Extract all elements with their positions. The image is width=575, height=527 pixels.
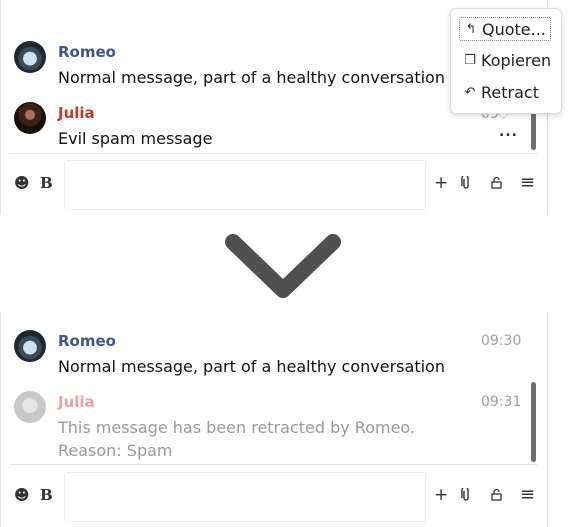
menu-item-quote[interactable]: ↰ Quote... <box>459 17 551 41</box>
quote-icon: ↰ <box>465 21 477 37</box>
avatar-julia <box>14 391 46 423</box>
emoji-icon[interactable]: ☻ <box>14 176 30 191</box>
message-time-julia: 09:31 <box>481 394 522 410</box>
scrollbar-thumb[interactable] <box>531 382 536 462</box>
menu-item-copy-label: Kopieren <box>481 50 552 70</box>
attachment-icon[interactable] <box>461 174 471 193</box>
emoji-icon[interactable]: ☻ <box>14 488 30 503</box>
left-border <box>0 312 1 527</box>
menu-item-retract[interactable]: ↶ Retract <box>459 81 543 103</box>
sender-name-romeo: Romeo <box>58 332 116 350</box>
message-context-menu: ↰ Quote... ❐ Kopieren ↶ Retract <box>450 8 562 114</box>
message-input[interactable] <box>64 472 426 522</box>
message-text-julia: Evil spam message <box>58 129 213 148</box>
add-icon[interactable]: + <box>434 487 448 504</box>
chat-after: Romeo 09:30 Normal message, part of a he… <box>0 312 575 527</box>
bold-button[interactable]: B <box>40 488 53 503</box>
undo-icon: ↶ <box>464 84 476 100</box>
bold-button[interactable]: B <box>40 176 53 191</box>
avatar-julia <box>14 102 46 134</box>
sender-name-julia: Julia <box>58 104 95 122</box>
left-border <box>0 0 1 215</box>
sender-name-julia: Julia <box>58 393 95 411</box>
menu-item-copy[interactable]: ❐ Kopieren <box>459 49 555 71</box>
message-time-romeo: 09:30 <box>481 333 522 349</box>
add-icon[interactable]: + <box>434 175 448 192</box>
menu-icon[interactable]: ≡ <box>520 174 535 192</box>
sender-name-romeo: Romeo <box>58 43 116 61</box>
avatar-romeo <box>14 41 46 73</box>
chevron-down-icon <box>225 234 341 298</box>
avatar-romeo <box>14 330 46 362</box>
menu-icon[interactable]: ≡ <box>520 486 535 504</box>
copy-icon: ❐ <box>464 52 476 68</box>
lock-icon[interactable] <box>491 176 502 192</box>
right-border <box>547 312 548 527</box>
retracted-message-text: This message has been retracted by Romeo… <box>58 418 416 460</box>
lock-icon[interactable] <box>491 488 502 504</box>
message-more-button[interactable]: ... <box>499 124 518 140</box>
message-input[interactable] <box>64 160 426 210</box>
menu-item-quote-label: Quote... <box>482 19 546 39</box>
composer-divider <box>10 153 537 154</box>
attachment-icon[interactable] <box>461 486 471 505</box>
message-text-romeo: Normal message, part of a healthy conver… <box>58 68 445 87</box>
message-text-romeo: Normal message, part of a healthy conver… <box>58 357 445 376</box>
chat-before: Romeo Normal message, part of a healthy … <box>0 0 575 215</box>
scrollbar-thumb[interactable] <box>531 110 536 150</box>
menu-item-retract-label: Retract <box>481 82 539 102</box>
composer-divider <box>10 464 537 465</box>
